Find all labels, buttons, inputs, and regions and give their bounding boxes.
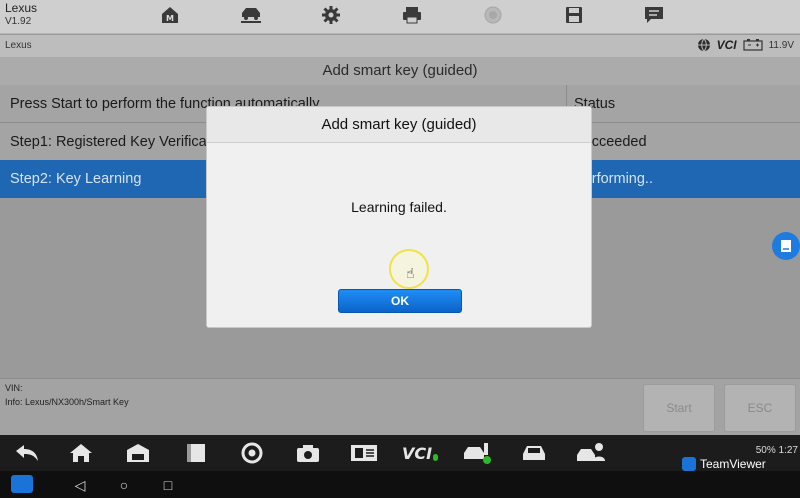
settings-gear-icon[interactable] xyxy=(316,3,346,27)
step-label: Step1: Registered Key Verification xyxy=(10,134,231,150)
garage-icon[interactable] xyxy=(123,440,153,466)
vehicle-tools-icon[interactable] xyxy=(462,440,492,466)
svg-text:M: M xyxy=(166,14,174,23)
start-button[interactable]: Start xyxy=(643,384,715,432)
notes-icon[interactable] xyxy=(181,440,211,466)
status-row: Lexus VCI 11.9V xyxy=(0,35,800,57)
vehicle-make: Lexus xyxy=(5,40,32,51)
message-icon[interactable] xyxy=(639,3,669,27)
record-icon[interactable] xyxy=(478,3,508,27)
floating-tool-button[interactable] xyxy=(772,232,800,260)
vci-status: VCI xyxy=(716,38,737,52)
battery-icon xyxy=(743,39,763,51)
teamviewer-label: TeamViewer xyxy=(700,457,766,471)
android-dock: VCI 50% 1:27 xyxy=(0,435,800,471)
home-m-icon[interactable]: M xyxy=(155,3,185,27)
scan-icon[interactable] xyxy=(349,440,379,466)
home-icon[interactable] xyxy=(66,440,96,466)
bottom-info-bar: VIN: Info: Lexus/NX300h/Smart Key Start … xyxy=(0,378,800,435)
vci-icon[interactable]: VCI xyxy=(402,440,438,466)
dialog-title: Add smart key (guided) xyxy=(207,107,591,143)
teamviewer-app-icon[interactable] xyxy=(11,475,33,493)
network-globe-icon xyxy=(697,38,710,52)
vin-label: VIN: xyxy=(5,383,23,393)
page-title: Add smart key (guided) xyxy=(0,57,800,85)
battery-voltage: 11.9V xyxy=(768,39,794,51)
camera-icon[interactable] xyxy=(293,440,323,466)
app-version: V1.92 xyxy=(5,16,32,27)
teamviewer-icon xyxy=(682,457,696,471)
ok-button[interactable]: OK xyxy=(338,289,462,313)
top-toolbar: Lexus V1.92 M xyxy=(0,0,800,34)
save-icon[interactable] xyxy=(559,3,589,27)
chrome-icon[interactable] xyxy=(237,440,267,466)
android-nav-bar: ◁ ○ □ xyxy=(0,471,800,498)
dialog-message: Learning failed. xyxy=(351,199,447,215)
status-icons: VCI 11.9V xyxy=(697,38,794,52)
app-name: Lexus xyxy=(5,1,38,15)
back-icon[interactable] xyxy=(12,440,42,466)
print-icon[interactable] xyxy=(397,3,427,27)
report-icon xyxy=(781,240,791,252)
nav-back-icon[interactable]: ◁ xyxy=(70,475,90,495)
step-label: Step2: Key Learning xyxy=(10,171,142,187)
nav-home-icon[interactable]: ○ xyxy=(114,475,134,495)
car-icon[interactable] xyxy=(519,440,549,466)
result-dialog: Add smart key (guided) Learning failed. … xyxy=(206,106,592,328)
nav-recents-icon[interactable]: □ xyxy=(158,475,178,495)
vehicle-lift-icon[interactable] xyxy=(236,3,266,27)
esc-button[interactable]: ESC xyxy=(724,384,796,432)
vehicle-info: Info: Lexus/NX300h/Smart Key xyxy=(5,397,129,407)
hand-cursor-icon: ☝ xyxy=(406,265,415,281)
user-car-icon[interactable] xyxy=(575,440,605,466)
